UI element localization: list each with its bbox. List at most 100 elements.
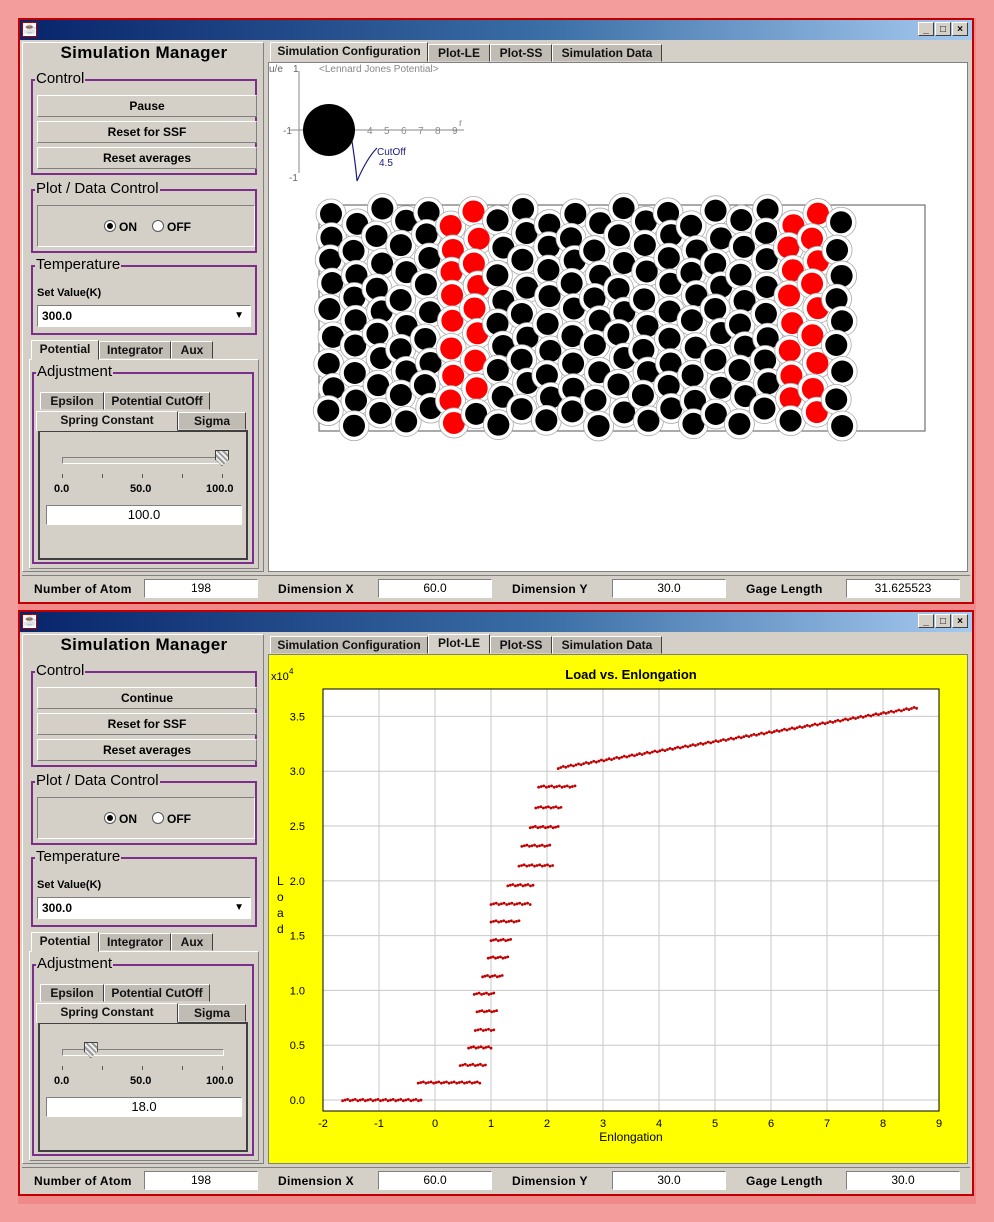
plot-data-control-group: Plot / Data Control ON OFF [31,772,257,845]
tab-epsilon[interactable]: Epsilon [40,984,104,1002]
radio-on[interactable]: ON [104,220,137,234]
tab-spring-constant[interactable]: Spring Constant [36,1003,178,1023]
temperature-select[interactable]: 300.0 ▼ [37,305,251,327]
data-point [663,749,667,753]
pause-continue-button[interactable]: Continue [37,687,257,709]
data-point [498,974,502,978]
data-point [564,765,568,769]
y-multiplier-exponent: 4 [289,667,294,676]
temperature-select[interactable]: 300.0 ▼ [37,897,251,919]
tab-plot-ss[interactable]: Plot-SS [490,636,552,654]
data-point [489,956,493,959]
data-point [676,745,680,749]
minimize-button[interactable]: _ [918,614,934,628]
data-point [543,864,547,867]
simulation-manager-panel: Simulation Manager Control Pause Reset f… [22,42,264,572]
data-point [376,1097,380,1101]
data-point [485,1009,489,1013]
minimize-button[interactable]: _ [918,22,934,36]
data-point [558,784,561,788]
data-point [491,974,494,978]
tab-epsilon[interactable]: Epsilon [40,392,104,410]
data-point [701,742,705,746]
data-point [494,956,497,960]
tab-integrator[interactable]: Integrator [99,341,171,359]
slider-tick [222,1066,223,1070]
tab-potential-cutoff[interactable]: Potential CutOff [104,984,210,1002]
data-point [474,1046,478,1050]
reset-ssf-button[interactable]: Reset for SSF [37,121,257,143]
reset-averages-button[interactable]: Reset averages [37,147,257,169]
gage-length-label: Gage Length [746,582,823,596]
tab-simulation-data[interactable]: Simulation Data [552,44,662,62]
set-value-label: Set Value(K) [37,287,102,299]
data-point [742,735,746,739]
inset-xtick: 7 [418,126,424,137]
data-point [484,1063,487,1067]
radio-off[interactable]: OFF [152,220,191,234]
data-point [475,992,479,996]
tab-integrator[interactable]: Integrator [99,933,171,951]
data-point [648,751,652,755]
data-point [463,1062,467,1066]
reset-ssf-button[interactable]: Reset for SSF [37,713,257,735]
data-point [836,718,840,722]
data-point [775,729,779,732]
data-point [719,739,723,742]
data-point [501,937,505,941]
close-button[interactable]: × [952,614,968,628]
data-point [688,744,692,748]
data-point [399,1097,403,1101]
data-point [788,727,791,731]
tab-simulation-configuration[interactable]: Simulation Configuration [270,42,428,62]
maximize-icon[interactable]: □ [935,614,951,628]
radio-on[interactable]: ON [104,812,137,826]
data-point [478,1009,481,1013]
tab-plot-le[interactable]: Plot-LE [428,44,490,62]
data-point [507,919,511,923]
data-point [520,903,524,906]
slider-tick [102,474,103,478]
tab-plot-ss[interactable]: Plot-SS [490,44,552,62]
data-point [524,883,527,887]
data-point [506,884,510,888]
atom [530,404,562,436]
tab-plot-le[interactable]: Plot-LE [428,634,490,654]
tab-spring-constant[interactable]: Spring Constant [36,411,178,431]
atom-count-field: 198 [144,579,258,598]
spring-constant-value[interactable]: 18.0 [46,1097,242,1117]
atom [821,234,853,266]
data-point [612,757,616,760]
tab-simulation-configuration[interactable]: Simulation Configuration [270,636,428,654]
data-point [879,712,883,716]
tab-aux[interactable]: Aux [171,933,213,951]
data-point [472,992,476,996]
slider-track[interactable] [62,457,224,464]
tab-simulation-data[interactable]: Simulation Data [552,636,662,654]
data-point [833,719,837,723]
data-point [489,1029,493,1032]
data-point [563,785,566,788]
y-tick-label: 0.0 [290,1095,305,1107]
inset-title: <Lennard Jones Potential> [319,64,439,75]
plot-data-control-title: Plot / Data Control [35,180,160,197]
tab-sigma[interactable]: Sigma [178,1004,246,1022]
reset-averages-button[interactable]: Reset averages [37,739,257,761]
spring-constant-value[interactable]: 100.0 [46,505,242,525]
radio-off[interactable]: OFF [152,812,191,826]
slider-mid-label: 50.0 [130,483,152,495]
data-point [602,759,606,763]
adjustment-title: Adjustment [36,363,114,380]
pause-continue-button[interactable]: Pause [37,95,257,117]
tab-aux[interactable]: Aux [171,341,213,359]
tab-potential-cutoff[interactable]: Potential CutOff [104,392,210,410]
data-point [566,764,570,768]
data-point [540,864,544,868]
maximize-icon[interactable]: □ [935,22,951,36]
tab-potential[interactable]: Potential [31,932,99,952]
atom [583,410,614,442]
data-point [828,720,832,723]
close-button[interactable]: × [952,22,968,36]
tab-sigma[interactable]: Sigma [178,412,246,430]
tab-potential[interactable]: Potential [31,340,99,360]
